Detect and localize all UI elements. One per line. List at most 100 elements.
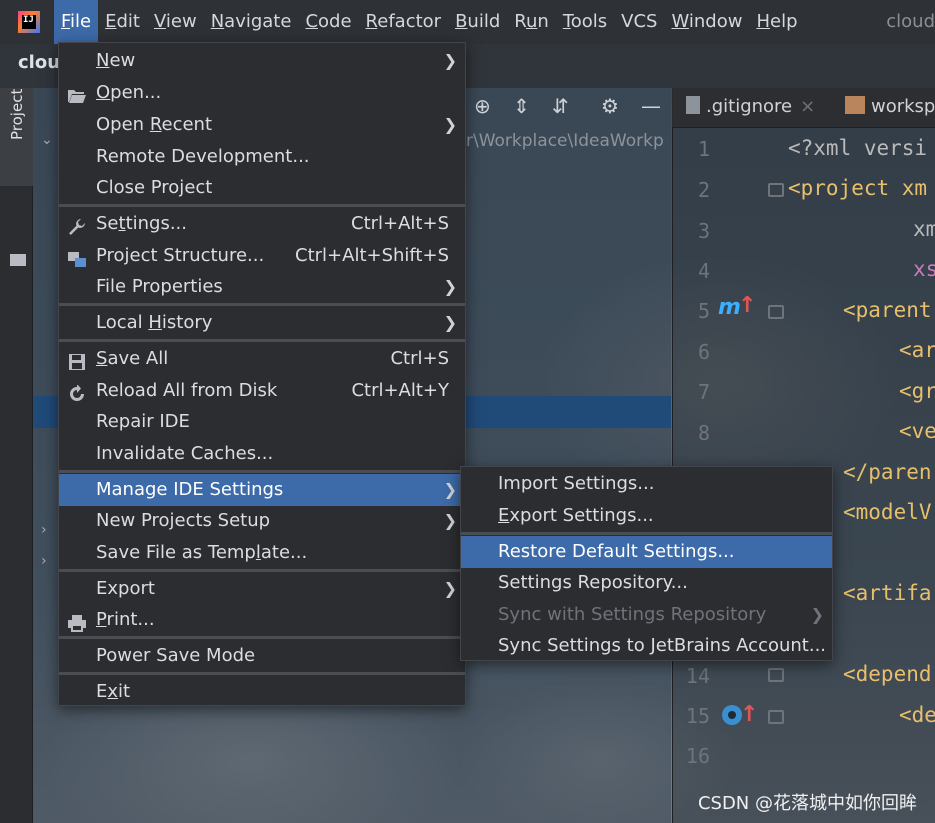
submenu-item-restore-default-settings[interactable]: Restore Default Settings... xyxy=(461,536,832,568)
manage-ide-settings-submenu: Import Settings... Export Settings... Rest… xyxy=(460,466,833,661)
file-menu-item-exit[interactable]: Exit xyxy=(59,676,465,708)
tab-workspace[interactable]: worksp xyxy=(845,96,935,117)
menu-item-label: Local History xyxy=(96,312,213,333)
submenu-item-settings-repository[interactable]: Settings Repository... xyxy=(461,567,832,599)
menu-item-label: Settings... xyxy=(96,213,187,234)
chevron-right-icon: ❯ xyxy=(443,480,457,499)
menu-separator xyxy=(59,636,465,639)
code-line: </paren xyxy=(843,460,932,484)
fold-marker-icon[interactable] xyxy=(768,668,784,682)
menu-item-label: Power Save Mode xyxy=(96,645,256,666)
expand-all-icon[interactable]: ⇕ xyxy=(513,94,530,118)
line-number: 1 xyxy=(697,137,710,161)
menu-item-label: Settings Repository... xyxy=(498,572,688,593)
line-number: 15 xyxy=(685,704,710,728)
collapse-all-icon[interactable]: ⇵ xyxy=(552,94,569,118)
file-menu-item-power-save-mode[interactable]: Power Save Mode xyxy=(59,640,465,672)
menu-run[interactable]: Run xyxy=(507,0,556,44)
fold-marker-icon[interactable] xyxy=(768,710,784,724)
file-menu-item-save-file-as-template[interactable]: Save File as Template... xyxy=(59,537,465,569)
submenu-item-export-settings[interactable]: Export Settings... xyxy=(461,500,832,532)
menu-item-label: Sync Settings to JetBrains Account... xyxy=(498,635,827,656)
menu-item-label: New Projects Setup xyxy=(96,510,271,531)
menu-item-label: Sync with Settings Repository xyxy=(498,604,767,625)
watermark-text: CSDN @花落城中如你回眸 xyxy=(697,793,917,814)
chevron-right-icon[interactable]: › xyxy=(41,522,47,538)
file-menu-item-save-all[interactable]: Save All Ctrl+S xyxy=(59,343,465,375)
file-menu-item-invalidate-caches[interactable]: Invalidate Caches... xyxy=(59,438,465,470)
file-menu-item-repair-ide[interactable]: Repair IDE xyxy=(59,406,465,438)
line-number: 6 xyxy=(697,340,710,364)
menu-view[interactable]: View xyxy=(147,0,204,44)
code-line: <ve xyxy=(899,419,935,443)
menu-item-label: Save File as Template... xyxy=(96,542,308,563)
menu-item-label: Reload All from Disk xyxy=(96,380,278,401)
menu-window[interactable]: Window xyxy=(664,0,749,44)
file-menu-item-project-structure[interactable]: Project Structure... Ctrl+Alt+Shift+S xyxy=(59,240,465,272)
file-menu-item-reload-all-from-disk[interactable]: Reload All from Disk Ctrl+Alt+Y xyxy=(59,375,465,407)
menu-vcs[interactable]: VCS xyxy=(614,0,664,44)
line-number: 2 xyxy=(697,178,710,202)
file-menu-item-print[interactable]: Print... xyxy=(59,604,465,636)
file-menu-item-close-project[interactable]: Close Project xyxy=(59,172,465,204)
menu-separator xyxy=(59,339,465,342)
file-menu-item-export[interactable]: Export ❯ xyxy=(59,573,465,605)
menu-item-label: Print... xyxy=(96,609,155,630)
print-icon xyxy=(67,611,87,632)
menu-item-label: Export Settings... xyxy=(498,505,654,526)
up-arrow-icon: ↑ xyxy=(738,293,757,318)
file-menu-item-new-projects-setup[interactable]: New Projects Setup ❯ xyxy=(59,505,465,537)
submenu-item-import-settings[interactable]: Import Settings... xyxy=(461,468,832,500)
locate-icon[interactable]: ⊕ xyxy=(474,94,491,118)
code-line: <parent xyxy=(843,298,932,322)
tab-gitignore[interactable]: .gitignore × xyxy=(686,96,815,117)
code-line: <depend xyxy=(843,662,932,686)
menu-refactor[interactable]: Refactor xyxy=(359,0,449,44)
xml-file-icon xyxy=(845,96,865,114)
file-menu-item-open[interactable]: Open... xyxy=(59,77,465,109)
menu-item-label: File Properties xyxy=(96,276,223,297)
menu-edit[interactable]: Edit xyxy=(98,0,147,44)
overridden-marker-icon[interactable] xyxy=(722,705,742,725)
menu-item-label: Export xyxy=(96,578,155,599)
close-icon[interactable]: × xyxy=(800,96,815,117)
gear-icon[interactable]: ⚙ xyxy=(601,94,619,118)
project-tool-tab-label: Project xyxy=(8,88,26,140)
line-number: 16 xyxy=(685,744,710,768)
file-menu-dropdown: New ❯ Open... Open Recent ❯ Remote Developmen… xyxy=(58,42,466,706)
fold-marker-icon[interactable] xyxy=(768,305,784,319)
menu-tools[interactable]: Tools xyxy=(556,0,614,44)
menu-code[interactable]: Code xyxy=(298,0,358,44)
submenu-item-sync-settings-to-jetbrains-account[interactable]: Sync Settings to JetBrains Account... xyxy=(461,630,832,662)
file-menu-item-open-recent[interactable]: Open Recent ❯ xyxy=(59,109,465,141)
menu-separator xyxy=(59,569,465,572)
menu-item-label: Repair IDE xyxy=(96,411,190,432)
file-menu-item-manage-ide-settings[interactable]: Manage IDE Settings ❯ xyxy=(59,474,465,506)
file-menu-item-settings[interactable]: Settings... Ctrl+Alt+S xyxy=(59,208,465,240)
code-line: <ar xyxy=(899,338,935,362)
file-menu-item-file-properties[interactable]: File Properties ❯ xyxy=(59,271,465,303)
file-menu-item-local-history[interactable]: Local History ❯ xyxy=(59,307,465,339)
project-tool-tab[interactable]: Project xyxy=(0,88,33,186)
line-number: 14 xyxy=(685,664,710,688)
fold-marker-icon[interactable] xyxy=(768,183,784,197)
menu-item-label: Project Structure... xyxy=(96,245,265,266)
menu-help[interactable]: Help xyxy=(749,0,804,44)
menu-navigate[interactable]: Navigate xyxy=(204,0,299,44)
file-icon xyxy=(686,96,700,114)
menu-item-label: New xyxy=(96,50,136,71)
menu-file[interactable]: File xyxy=(54,0,99,44)
keyboard-shortcut: Ctrl+Alt+Y xyxy=(351,380,449,401)
keyboard-shortcut: Ctrl+S xyxy=(390,348,449,369)
menu-item-label: Open... xyxy=(96,82,162,103)
up-arrow-icon: ↑ xyxy=(740,702,759,727)
chevron-down-icon[interactable]: ⌄ xyxy=(41,132,53,148)
menu-item-label: Invalidate Caches... xyxy=(96,443,274,464)
file-menu-item-new[interactable]: New ❯ xyxy=(59,45,465,77)
submenu-item-sync-with-settings-repository: Sync with Settings Repository ❯ xyxy=(461,599,832,631)
hide-icon[interactable]: — xyxy=(641,94,661,118)
menu-build[interactable]: Build xyxy=(448,0,507,44)
file-menu-item-remote-development[interactable]: Remote Development... xyxy=(59,141,465,173)
chevron-right-icon[interactable]: › xyxy=(41,553,47,569)
keyboard-shortcut: Ctrl+Alt+Shift+S xyxy=(295,245,449,266)
